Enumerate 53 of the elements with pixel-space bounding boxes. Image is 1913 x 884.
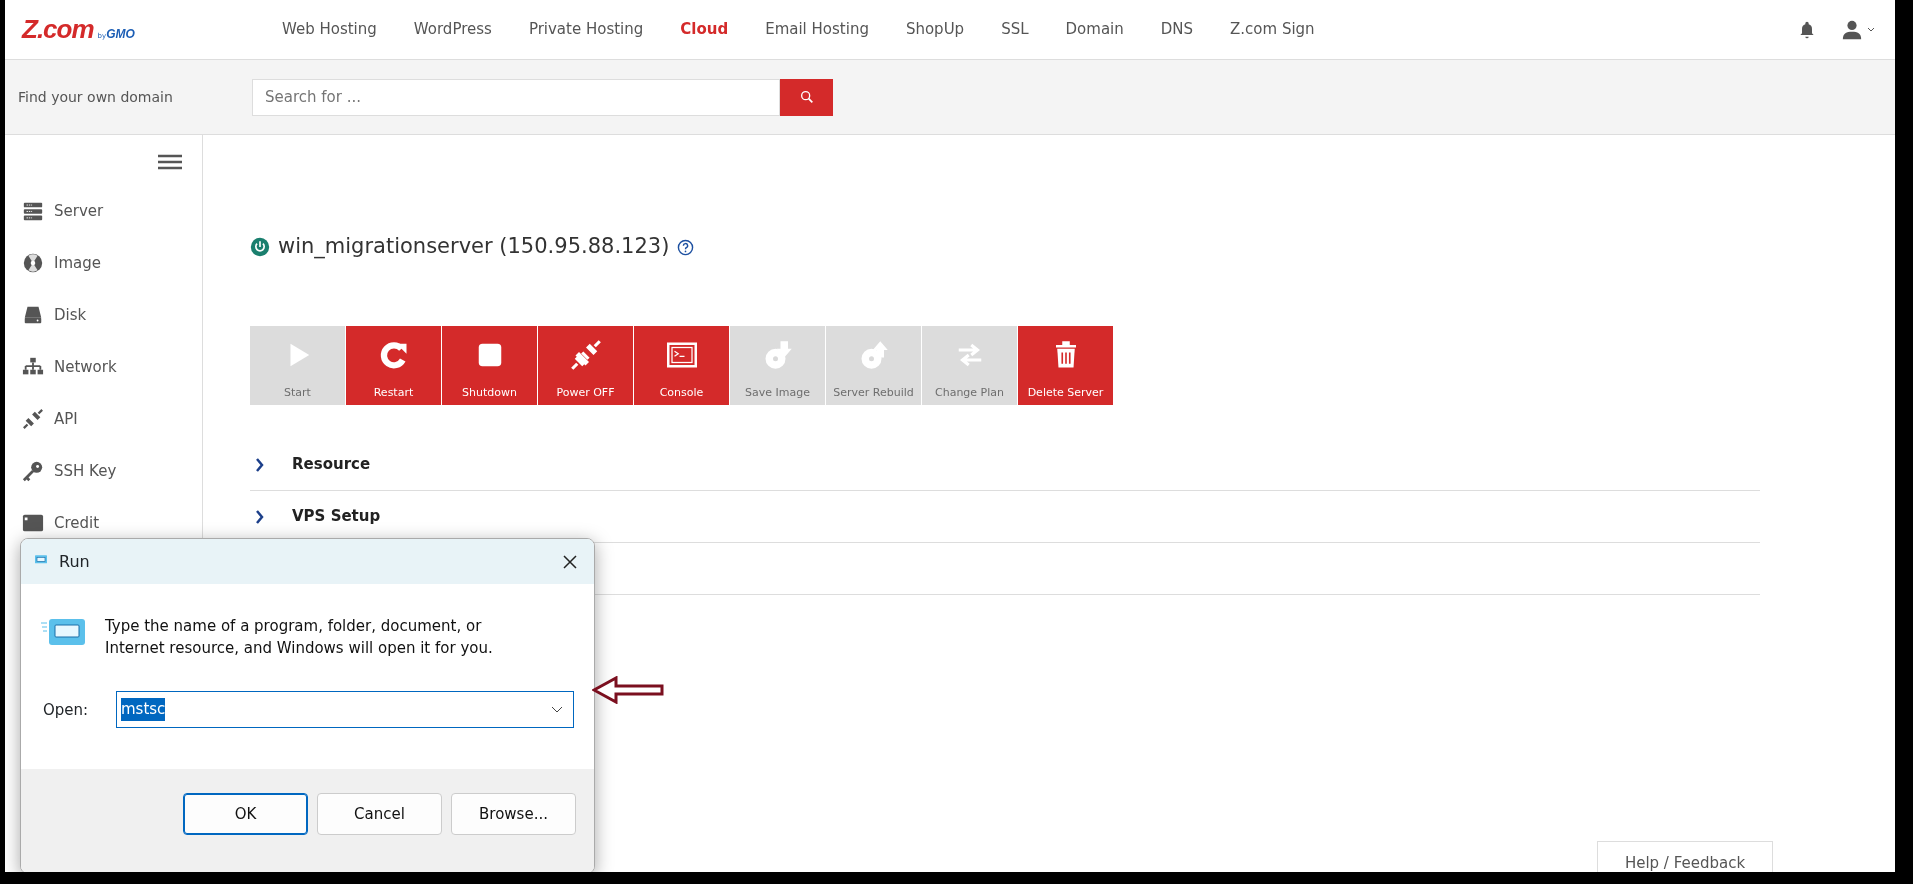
nav-link[interactable]: ShopUp — [905, 18, 965, 41]
open-combobox[interactable]: mstsc — [116, 691, 574, 728]
action-button[interactable]: Delete Server — [1018, 325, 1113, 405]
search-icon — [798, 89, 815, 105]
sidebar-item[interactable]: SSH Key — [5, 445, 202, 497]
help-feedback-button[interactable]: Help / Feedback — [1597, 841, 1773, 872]
menu-icon — [158, 153, 182, 170]
logo-wordmark[interactable]: Z.com — [22, 10, 94, 49]
sidebar-item[interactable]: Disk — [5, 289, 202, 341]
caret-icon — [1867, 26, 1875, 33]
nav-link[interactable]: Email Hosting — [765, 18, 869, 41]
search-button[interactable] — [780, 78, 833, 116]
action-button[interactable]: Restart — [346, 325, 441, 405]
action-button[interactable]: Console — [634, 325, 729, 405]
nav-link[interactable]: Private Hosting — [528, 18, 644, 41]
server-icon — [22, 200, 44, 222]
card-icon — [22, 512, 44, 534]
sidebar-item[interactable]: Network — [5, 341, 202, 393]
plug-icon — [570, 339, 601, 370]
dialog-button[interactable]: Browse... — [451, 793, 576, 835]
nav-link[interactable]: DNS — [1160, 18, 1194, 41]
nav-link[interactable]: WordPress — [413, 18, 492, 41]
plug-icon — [22, 408, 44, 430]
server-title: win_migrationserver (150.95.88.123) — [278, 233, 670, 261]
nav-link[interactable]: Domain — [1065, 18, 1124, 41]
sidebar-item[interactable]: Image — [5, 237, 202, 289]
run-icon — [41, 616, 85, 648]
search-label: Find your own domain — [17, 87, 174, 107]
window-title: Run — [59, 550, 90, 573]
dialog-button[interactable]: Cancel — [317, 793, 442, 835]
action-button[interactable]: Shutdown — [442, 325, 537, 405]
nav-link[interactable]: Z.com Sign — [1230, 18, 1315, 41]
dialog-button[interactable]: OK — [183, 793, 308, 835]
sidebar-item[interactable]: Server — [5, 185, 202, 237]
nav-link[interactable]: Cloud — [680, 18, 729, 41]
user-menu[interactable] — [1841, 18, 1875, 41]
run-message: Type the name of a program, folder, document, or Internet resource, and Windows will open it for you. — [105, 616, 494, 659]
logo-company: GMO — [106, 26, 135, 43]
open-label: Open: — [43, 700, 90, 721]
nav-link[interactable]: SSL — [1001, 18, 1029, 41]
sidebar-item[interactable]: Credit — [5, 497, 202, 549]
section-header[interactable]: VPS Setup — [292, 504, 381, 528]
restart-icon — [378, 339, 409, 370]
nav-link[interactable]: Web Hosting — [282, 18, 377, 41]
section-header[interactable]: Resource — [292, 452, 371, 476]
user-icon — [1841, 18, 1863, 41]
key-icon — [22, 460, 44, 482]
disc-icon — [22, 252, 44, 274]
close-icon — [562, 554, 578, 570]
action-button[interactable]: Power OFF — [538, 325, 633, 405]
sidebar-item[interactable]: API — [5, 393, 202, 445]
search-field[interactable]: Search for ... — [252, 78, 780, 116]
drive-icon — [22, 304, 44, 326]
